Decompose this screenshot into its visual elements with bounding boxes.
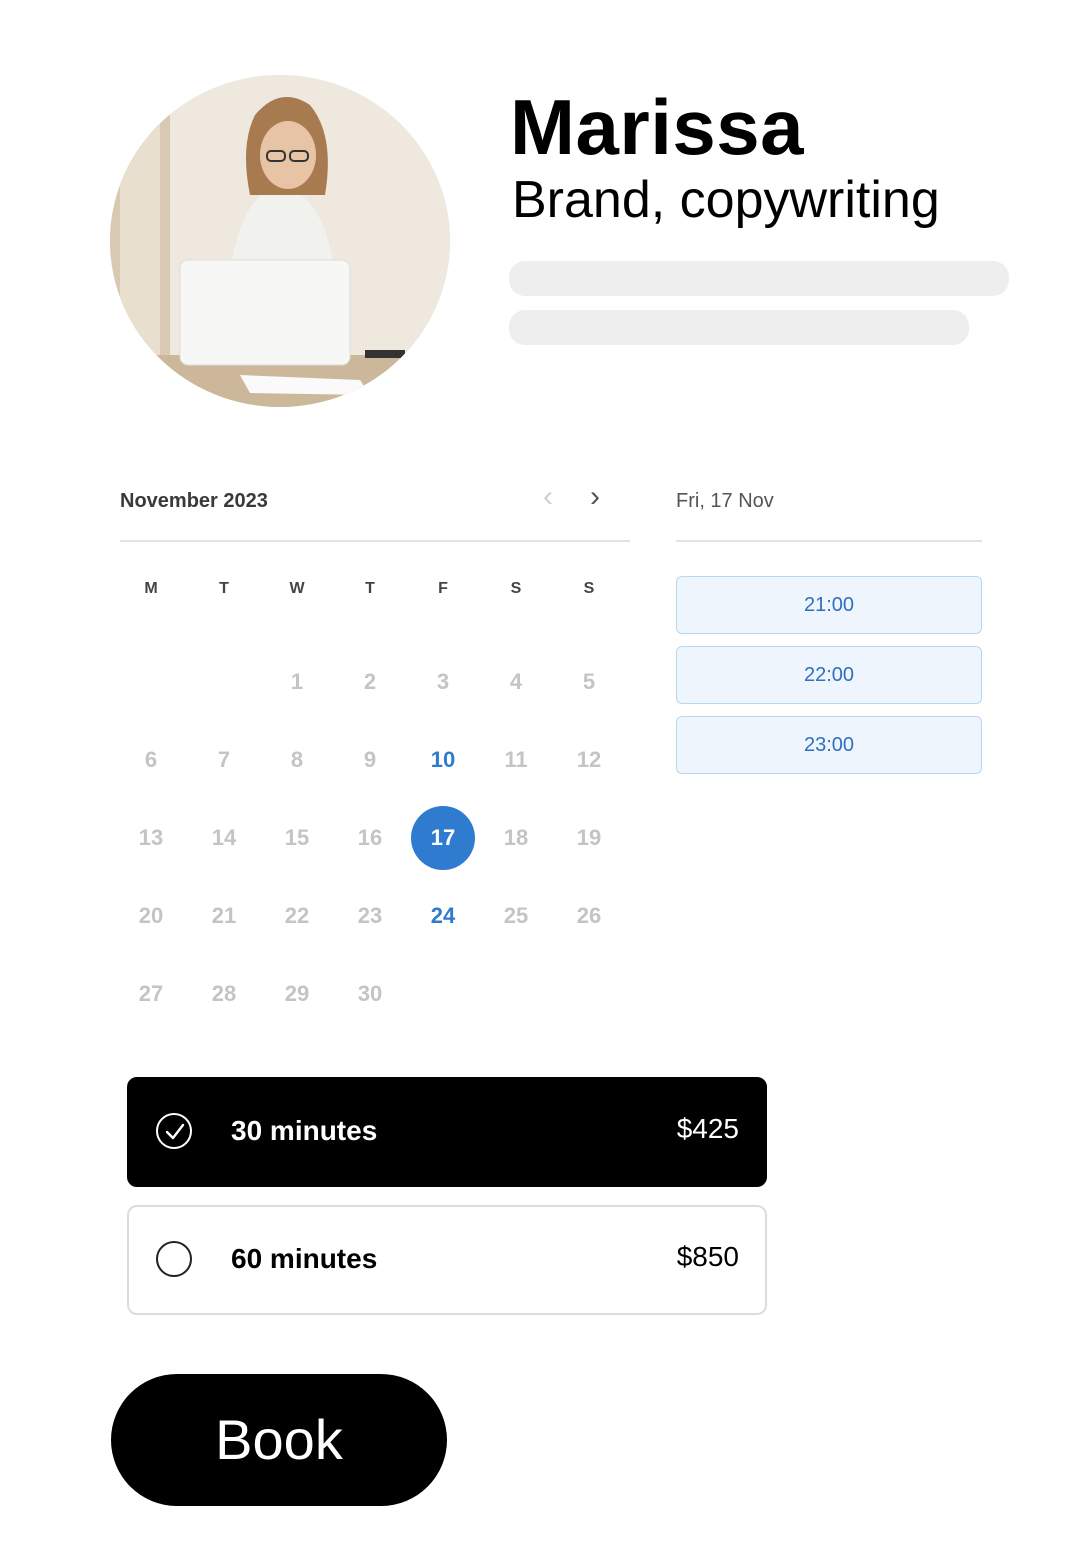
time-slot-button[interactable]: 22:00 — [676, 646, 982, 704]
profile-photo — [110, 75, 450, 407]
calendar-day[interactable]: 14 — [192, 806, 256, 870]
calendar-day[interactable]: 9 — [338, 728, 402, 792]
calendar-day[interactable]: 20 — [119, 884, 183, 948]
calendar-day[interactable]: 1 — [265, 650, 329, 714]
check-circle-icon — [156, 1113, 192, 1149]
weekday-label: T — [219, 580, 229, 597]
duration-price: $425 — [676, 1113, 739, 1144]
weekday-label: F — [438, 580, 448, 597]
duration-label: 60 minutes — [231, 1243, 378, 1274]
time-slot-button[interactable]: 23:00 — [676, 716, 982, 774]
profile-name: Marissa — [510, 83, 805, 171]
calendar-day[interactable]: 15 — [265, 806, 329, 870]
calendar-day[interactable]: 29 — [265, 962, 329, 1026]
placeholder-line — [509, 310, 969, 345]
calendar-day[interactable]: 6 — [119, 728, 183, 792]
calendar-day[interactable]: 12 — [557, 728, 621, 792]
radio-empty-icon — [156, 1241, 192, 1277]
calendar-day[interactable]: 5 — [557, 650, 621, 714]
calendar-day[interactable]: 7 — [192, 728, 256, 792]
calendar-day[interactable]: 11 — [484, 728, 548, 792]
calendar-day[interactable]: 26 — [557, 884, 621, 948]
calendar-day[interactable]: 3 — [411, 650, 475, 714]
weekday-header: M T W T F S S — [115, 580, 625, 606]
duration-option-30[interactable]: 30 minutes $425 — [127, 1077, 767, 1187]
duration-price: $850 — [676, 1241, 739, 1272]
profile-subtitle: Brand, copywriting — [512, 171, 940, 229]
calendar-day[interactable]: 25 — [484, 884, 548, 948]
duration-label: 30 minutes — [231, 1115, 378, 1146]
calendar-day[interactable]: 22 — [265, 884, 329, 948]
calendar-day[interactable]: 30 — [338, 962, 402, 1026]
calendar-day[interactable]: 16 — [338, 806, 402, 870]
time-slot-button[interactable]: 21:00 — [676, 576, 982, 634]
calendar-day[interactable]: 19 — [557, 806, 621, 870]
calendar-grid: 1 2 3 4 5 6 7 8 9 10 11 12 13 14 15 16 17 18 19 20 21 22 23 24 2… — [115, 650, 625, 1050]
calendar-day[interactable]: 13 — [119, 806, 183, 870]
calendar-header: November 2023 ‹ › — [120, 480, 630, 542]
placeholder-line — [509, 261, 1009, 296]
calendar-day[interactable]: 2 — [338, 650, 402, 714]
chevron-left-icon[interactable]: ‹ — [533, 480, 563, 514]
weekday-label: S — [583, 580, 595, 597]
calendar-day[interactable]: 27 — [119, 962, 183, 1026]
calendar-day[interactable]: 8 — [265, 728, 329, 792]
weekday-label: S — [510, 580, 522, 597]
weekday-label: M — [144, 580, 158, 597]
weekday-label: T — [365, 580, 375, 597]
book-button[interactable]: Book — [111, 1374, 447, 1506]
calendar-day[interactable]: 28 — [192, 962, 256, 1026]
selected-date-header: Fri, 17 Nov — [676, 480, 982, 542]
calendar-day[interactable]: 17 — [411, 806, 475, 870]
chevron-right-icon[interactable]: › — [580, 480, 610, 514]
calendar-day[interactable]: 21 — [192, 884, 256, 948]
calendar-day[interactable]: 24 — [411, 884, 475, 948]
calendar-day[interactable]: 18 — [484, 806, 548, 870]
selected-date-label: Fri, 17 Nov — [676, 490, 774, 512]
duration-option-60[interactable]: 60 minutes $850 — [127, 1205, 767, 1315]
month-label: November 2023 — [120, 490, 268, 512]
calendar-day[interactable]: 10 — [411, 728, 475, 792]
weekday-label: W — [289, 580, 305, 597]
calendar-day[interactable]: 23 — [338, 884, 402, 948]
calendar-day[interactable]: 4 — [484, 650, 548, 714]
